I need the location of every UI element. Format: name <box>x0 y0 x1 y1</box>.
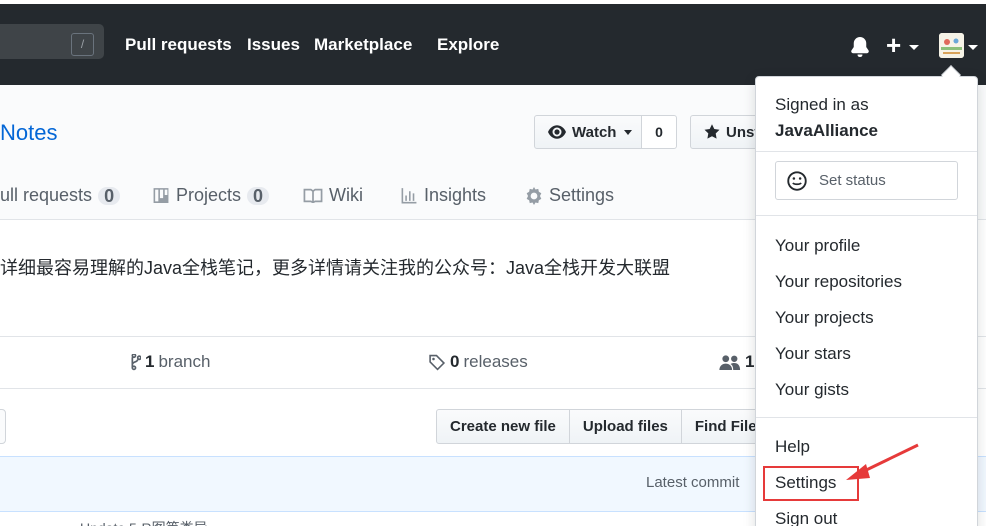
tab-label: Insights <box>424 185 487 205</box>
chevron-down-icon <box>909 45 919 50</box>
branch-select-button[interactable] <box>0 409 6 444</box>
release-count: 0 <box>450 352 460 371</box>
tag-icon <box>429 354 446 371</box>
project-icon <box>153 188 169 203</box>
divider <box>756 417 977 418</box>
signed-in-header: Signed in as JavaAlliance <box>775 92 878 144</box>
branch-icon <box>131 353 141 370</box>
search-shortcut-key: / <box>71 33 94 56</box>
release-label: releases <box>463 352 528 371</box>
star-icon <box>704 124 720 139</box>
watch-count[interactable]: 0 <box>641 115 677 149</box>
tab-wiki[interactable]: Wiki <box>303 185 363 206</box>
tab-projects[interactable]: Projects 0 <box>152 185 270 206</box>
smiley-icon <box>787 170 807 191</box>
watch-button[interactable]: Watch <box>534 115 642 149</box>
tab-label: Projects <box>176 185 242 205</box>
nav-pull-requests[interactable]: Pull requests <box>125 35 232 55</box>
plus-icon[interactable]: + <box>886 30 901 60</box>
nav-marketplace[interactable]: Marketplace <box>314 35 412 55</box>
repo-description: 详细最容易理解的Java全栈笔记，更多详情请关注我的公众号：Java全栈开发大联… <box>0 258 671 278</box>
divider <box>756 215 977 216</box>
divider <box>756 151 977 152</box>
tab-label: Settings <box>549 185 615 205</box>
gear-icon <box>526 186 542 205</box>
set-status-label: Set status <box>819 172 886 189</box>
counter-badge: 0 <box>98 186 121 205</box>
contributor-count: 1 <box>745 352 755 371</box>
branch-label: branch <box>158 352 211 371</box>
bell-icon[interactable] <box>850 37 870 57</box>
tab-pull-requests[interactable]: ull requests 0 <box>0 185 121 206</box>
book-icon <box>303 188 323 203</box>
menu-item-sign-out[interactable]: Sign out <box>775 509 837 526</box>
menu-item-your-projects[interactable]: Your projects <box>775 308 874 328</box>
signed-in-label: Signed in as <box>775 95 869 114</box>
watch-label: Watch <box>572 123 617 141</box>
tab-label: Wiki <box>329 185 363 205</box>
menu-item-your-repositories[interactable]: Your repositories <box>775 272 902 292</box>
arrow-annotation-icon <box>846 443 919 480</box>
graph-icon <box>401 188 417 204</box>
eye-icon <box>548 125 566 139</box>
branch-count-link[interactable]: 1 branch <box>129 352 210 372</box>
chevron-down-icon <box>624 129 633 135</box>
latest-commit-label: Latest commit <box>646 474 740 491</box>
tab-settings[interactable]: Settings <box>525 185 614 206</box>
branch-count: 1 <box>145 352 155 371</box>
nav-issues[interactable]: Issues <box>247 35 300 55</box>
set-status-button[interactable]: Set status <box>775 161 958 200</box>
file-row-commit-message[interactable]: Update 5-R图等类异... <box>80 518 219 526</box>
nav-explore[interactable]: Explore <box>437 35 499 55</box>
create-new-file-button[interactable]: Create new file <box>436 409 570 444</box>
people-icon <box>719 354 741 370</box>
tab-label: ull requests <box>0 185 93 205</box>
file-actions: Create new file Upload files Find File <box>436 409 771 444</box>
upload-files-button[interactable]: Upload files <box>568 409 682 444</box>
counter-badge: 0 <box>247 186 270 205</box>
chevron-down-icon <box>968 45 978 50</box>
menu-item-your-profile[interactable]: Your profile <box>775 236 860 256</box>
menu-item-your-stars[interactable]: Your stars <box>775 344 851 364</box>
username: JavaAlliance <box>775 121 879 140</box>
contributors-link[interactable]: 1 <box>719 352 754 372</box>
repo-name-link[interactable]: Notes <box>0 120 57 146</box>
tab-insights[interactable]: Insights <box>400 185 486 206</box>
menu-item-your-gists[interactable]: Your gists <box>775 380 849 400</box>
avatar[interactable] <box>939 33 964 58</box>
releases-link[interactable]: 0 releases <box>428 352 528 372</box>
menu-item-help[interactable]: Help <box>775 437 810 457</box>
